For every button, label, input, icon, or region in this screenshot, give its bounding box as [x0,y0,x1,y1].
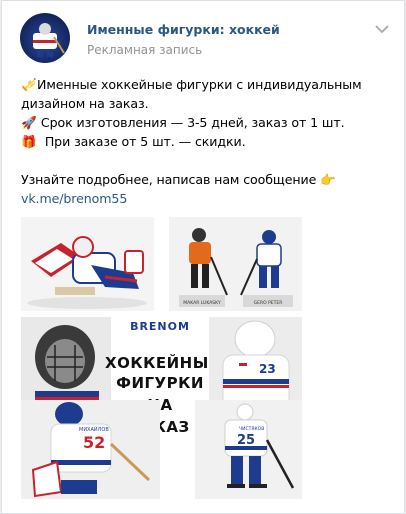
photo-helmet[interactable] [21,317,111,412]
post-text: 🎺Именные хоккейные фигурки с индивидуаль… [21,75,396,208]
back-name: ЧИСТЯКОВ [239,426,264,432]
nameplate-right: GERO PETER [254,300,283,306]
nameplate-left: MAKAR LUKASKY [183,300,221,306]
promo-line-1: ХОККЕЙНЫЕ [105,354,215,372]
jersey-name: МИХАЙЛОВ [79,426,109,433]
post-line-3: 🚀 Срок изготовления — 3-5 дней, заказ от… [21,115,345,130]
promo-line-2: ФИГУРКИ [116,374,204,392]
post-line-5: Узнайте подробнее, написав нам сообщение… [21,172,336,187]
brand-logo: BRENOM [130,320,190,333]
post-type-label: Рекламная запись [87,43,203,57]
photo-goalie-52[interactable]: 52 МИХАЙЛОВ [21,400,160,499]
chevron-down-icon[interactable] [374,23,390,35]
gift-icon: 🎁 [21,134,37,149]
jersey-number: 52 [83,433,105,452]
post-line-4: 🎁 При заказе от 5 шт. — скидки. [21,134,246,149]
photo-two-players[interactable]: MAKAR LUKASKY GERO PETER [169,217,302,311]
post-link[interactable]: vk.me/brenom55 [21,191,127,206]
pointing-hand-icon: 👉 [320,172,336,187]
helmet-number: 23 [259,362,276,376]
rocket-icon: 🚀 [21,115,37,130]
group-name[interactable]: Именные фигурки: хоккей [87,22,280,37]
post-card: Именные фигурки: хоккей Рекламная запись… [1,0,405,514]
post-line-1: 🎺Именные хоккейные фигурки с индивидуаль… [21,77,362,92]
post-header: Именные фигурки: хоккей Рекламная запись [20,13,390,63]
photo-skater-back[interactable]: ЧИСТЯКОВ 25 [195,400,302,499]
trumpet-icon: 🎺 [21,77,37,92]
post-line-2: дизайном на заказ. [21,96,149,111]
photo-figure-back[interactable]: 23 [209,317,302,412]
group-avatar[interactable] [20,13,70,63]
back-number: 25 [237,433,255,448]
photo-goalie-figure[interactable] [21,217,154,311]
